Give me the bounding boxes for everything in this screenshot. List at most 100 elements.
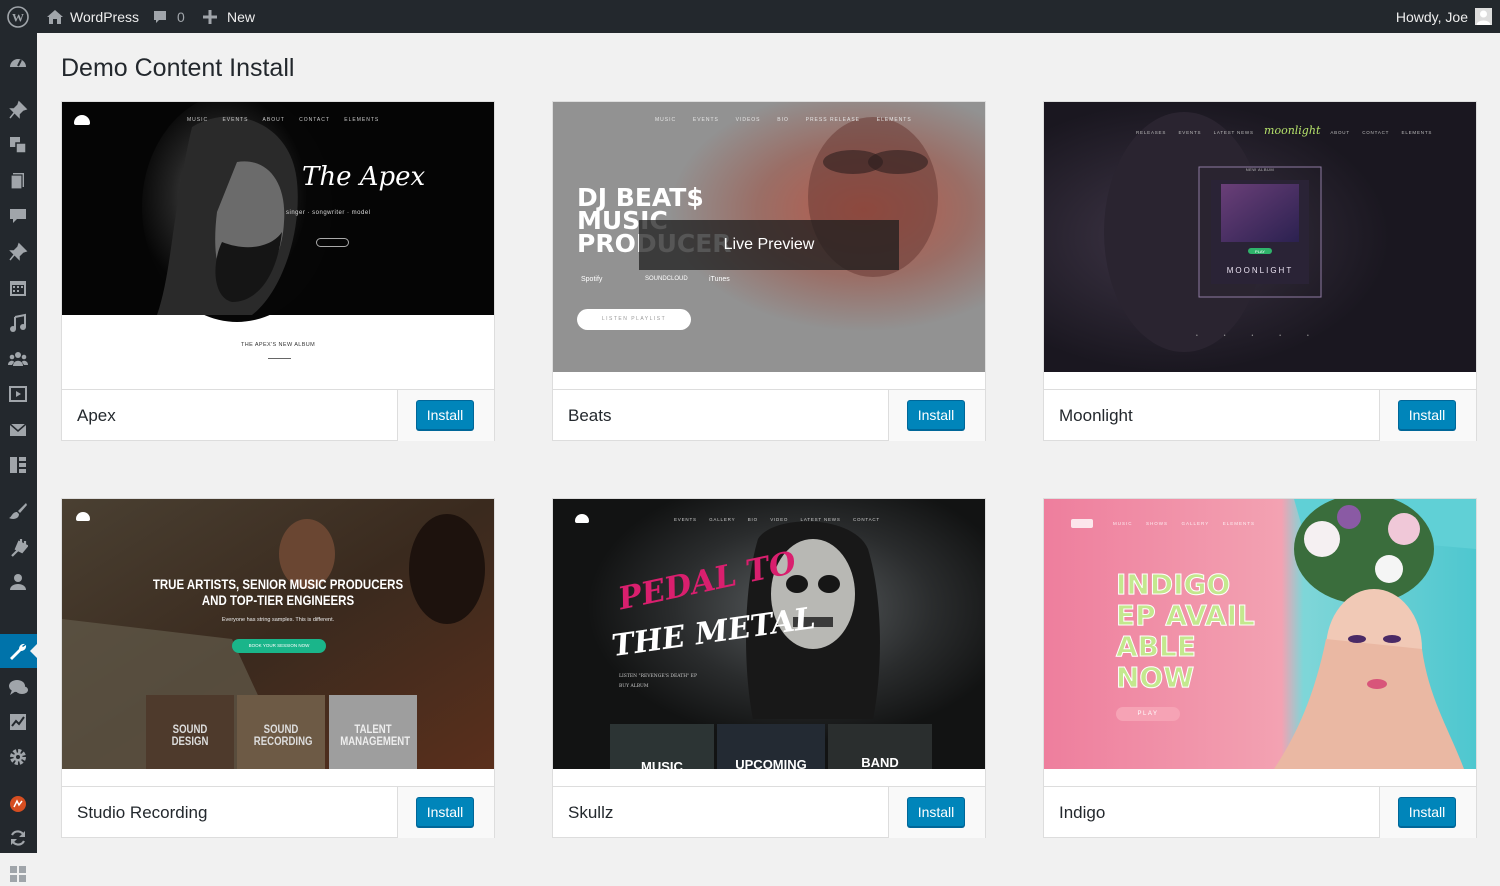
thumb-text: UPCOMING bbox=[735, 757, 807, 769]
chat-icon[interactable] bbox=[6, 676, 30, 700]
user-icon[interactable] bbox=[6, 570, 30, 594]
demo-card-moonlight[interactable]: RELEASES EVENTS LATEST NEWS moonlight AB… bbox=[1043, 101, 1477, 441]
demo-thumbnail[interactable]: TRUE ARTISTS, SENIOR MUSIC PRODUCERS AND… bbox=[62, 499, 494, 769]
site-name-link[interactable]: WordPress bbox=[46, 0, 139, 33]
demo-thumbnail[interactable]: MUSIC SHOWS GALLERY ELEMENTS INDIGO EP A… bbox=[1044, 499, 1476, 769]
demo-thumbnail[interactable]: EVENTS GALLERY BIO VIDEO LATEST NEWS CON… bbox=[553, 499, 985, 769]
demo-card-beats[interactable]: MUSIC EVENTS VIDEOS BIO PRESS RELEASE EL… bbox=[552, 101, 986, 441]
live-preview-overlay[interactable]: Live Preview bbox=[639, 220, 899, 270]
settings-icon[interactable] bbox=[6, 745, 30, 769]
demo-card-apex[interactable]: MUSIC EVENTS ABOUT CONTACT ELEMENTS The … bbox=[61, 101, 495, 441]
comments-icon[interactable] bbox=[6, 204, 30, 228]
thumb-text: RELEASES bbox=[1136, 130, 1167, 135]
thumb-text: EVENTS bbox=[222, 117, 249, 123]
thumb-text: AND TOP-TIER ENGINEERS bbox=[201, 592, 355, 608]
thumb-social: ••••• bbox=[1196, 333, 1335, 339]
wrench-icon[interactable] bbox=[6, 639, 30, 663]
install-button[interactable]: Install bbox=[416, 797, 474, 827]
demo-card-skullz[interactable]: EVENTS GALLERY BIO VIDEO LATEST NEWS CON… bbox=[552, 498, 986, 838]
thumb-nav: RELEASES EVENTS LATEST NEWS moonlight AB… bbox=[1136, 124, 1432, 137]
thumb-text: CONTACT bbox=[852, 517, 880, 522]
people-icon[interactable] bbox=[6, 347, 30, 371]
thumb-text: ELEMENTS bbox=[1401, 130, 1433, 135]
new-content-link[interactable]: New bbox=[203, 0, 255, 33]
demo-footer: Apex Install bbox=[62, 389, 494, 441]
thumb-text: ELEMENTS bbox=[1222, 521, 1256, 526]
pin-icon[interactable] bbox=[6, 98, 30, 122]
thumb-text: BUY ALBUM bbox=[619, 684, 649, 689]
dashboard-icon[interactable] bbox=[6, 51, 30, 75]
site-logo bbox=[74, 115, 90, 125]
thumb-text: LISTEN "REVENGE'S DEATH" EP bbox=[619, 674, 697, 679]
thumb-nav: MUSIC EVENTS ABOUT CONTACT ELEMENTS bbox=[187, 117, 379, 123]
divider bbox=[268, 358, 291, 359]
thumb-text: NEW ALBUM bbox=[1245, 167, 1275, 172]
demo-thumbnail[interactable]: RELEASES EVENTS LATEST NEWS moonlight AB… bbox=[1044, 102, 1476, 372]
my-account-link[interactable]: Howdy, Joe bbox=[1396, 0, 1492, 33]
demo-card-studio-recording[interactable]: TRUE ARTISTS, SENIOR MUSIC PRODUCERS AND… bbox=[61, 498, 495, 838]
demo-footer: Studio Recording Install bbox=[62, 786, 494, 838]
thumb-text: ELEMENTS bbox=[876, 117, 912, 123]
media-icon[interactable] bbox=[6, 133, 30, 157]
music-icon[interactable] bbox=[6, 311, 30, 335]
demo-actions: Install bbox=[888, 390, 985, 441]
home-icon bbox=[46, 9, 64, 25]
thumb-text: ELEMENTS bbox=[344, 117, 380, 123]
pages-icon[interactable] bbox=[6, 169, 30, 193]
brush-icon[interactable] bbox=[6, 499, 30, 523]
thumb-text: EVENTS bbox=[692, 117, 719, 123]
comments-link[interactable]: 0 bbox=[152, 0, 185, 33]
demo-name: Beats bbox=[568, 406, 612, 425]
thumb-text: LISTEN PLAYLIST bbox=[601, 316, 667, 322]
demo-footer: Indigo Install bbox=[1044, 786, 1476, 838]
thumb-text: GALLERY bbox=[1181, 521, 1210, 526]
install-button[interactable]: Install bbox=[1398, 400, 1456, 430]
pin-icon[interactable] bbox=[6, 240, 30, 264]
thumb-text: BIO bbox=[747, 517, 758, 522]
demo-thumbnail[interactable]: MUSIC EVENTS ABOUT CONTACT ELEMENTS The … bbox=[62, 102, 494, 372]
grid-icon[interactable] bbox=[6, 862, 30, 886]
thumb-text: LATEST NEWS bbox=[1213, 130, 1254, 135]
thumb-button: PLAY bbox=[1116, 707, 1180, 721]
new-label: New bbox=[227, 8, 256, 25]
thumb-text: BIO bbox=[777, 117, 789, 123]
demo-name: Moonlight bbox=[1059, 406, 1133, 425]
thumb-text: MUSIC bbox=[641, 759, 683, 769]
demo-actions: Install bbox=[1379, 787, 1476, 838]
demo-thumbnail[interactable]: MUSIC EVENTS VIDEOS BIO PRESS RELEASE EL… bbox=[553, 102, 985, 372]
thumb-text: VIDEO bbox=[770, 517, 789, 522]
thumb-text: SOUNDCLOUD bbox=[645, 276, 688, 282]
thumb-text: ABOUT bbox=[1330, 130, 1350, 135]
thumb-text: EP AVAIL bbox=[1116, 599, 1256, 632]
thumb-heading: The Apex bbox=[302, 162, 426, 192]
thumb-text: PLAY bbox=[1255, 249, 1265, 254]
thumb-text: GALLERY bbox=[709, 517, 736, 522]
site-logo bbox=[76, 512, 90, 521]
install-button[interactable]: Install bbox=[907, 797, 965, 827]
install-button[interactable]: Install bbox=[907, 400, 965, 430]
calendar-icon[interactable] bbox=[6, 276, 30, 300]
wordpress-logo-icon[interactable]: W bbox=[7, 0, 29, 33]
thumb-text: MUSIC bbox=[655, 117, 677, 123]
thumb-text: Everyone has string samples. This is dif… bbox=[221, 617, 335, 623]
grid-icon[interactable] bbox=[6, 453, 30, 477]
install-button[interactable]: Install bbox=[416, 400, 474, 430]
thumb-text: CONTACT bbox=[1362, 130, 1390, 135]
stats-icon[interactable] bbox=[6, 710, 30, 734]
thumb-nav: MUSIC SHOWS GALLERY ELEMENTS bbox=[1113, 521, 1255, 526]
video-icon[interactable] bbox=[6, 382, 30, 406]
mail-icon[interactable] bbox=[6, 418, 30, 442]
plugin-icon[interactable] bbox=[6, 535, 30, 559]
thumb-button: BOOK YOUR SESSION NOW bbox=[232, 639, 326, 653]
thumb-text: ABOUT bbox=[262, 117, 285, 123]
thumb-text: BAND bbox=[861, 755, 899, 769]
thumb-text: SOUND DESIGN bbox=[171, 722, 209, 748]
demo-card-indigo[interactable]: MUSIC SHOWS GALLERY ELEMENTS INDIGO EP A… bbox=[1043, 498, 1477, 838]
logo-icon[interactable] bbox=[6, 792, 30, 816]
thumb-nav: MUSIC EVENTS VIDEOS BIO PRESS RELEASE EL… bbox=[655, 117, 912, 123]
install-button[interactable]: Install bbox=[1398, 797, 1456, 827]
demo-footer: Skullz Install bbox=[553, 786, 985, 838]
refresh-icon[interactable] bbox=[6, 826, 30, 850]
thumb-text: NOW bbox=[1116, 661, 1195, 694]
demo-name: Skullz bbox=[568, 803, 614, 822]
